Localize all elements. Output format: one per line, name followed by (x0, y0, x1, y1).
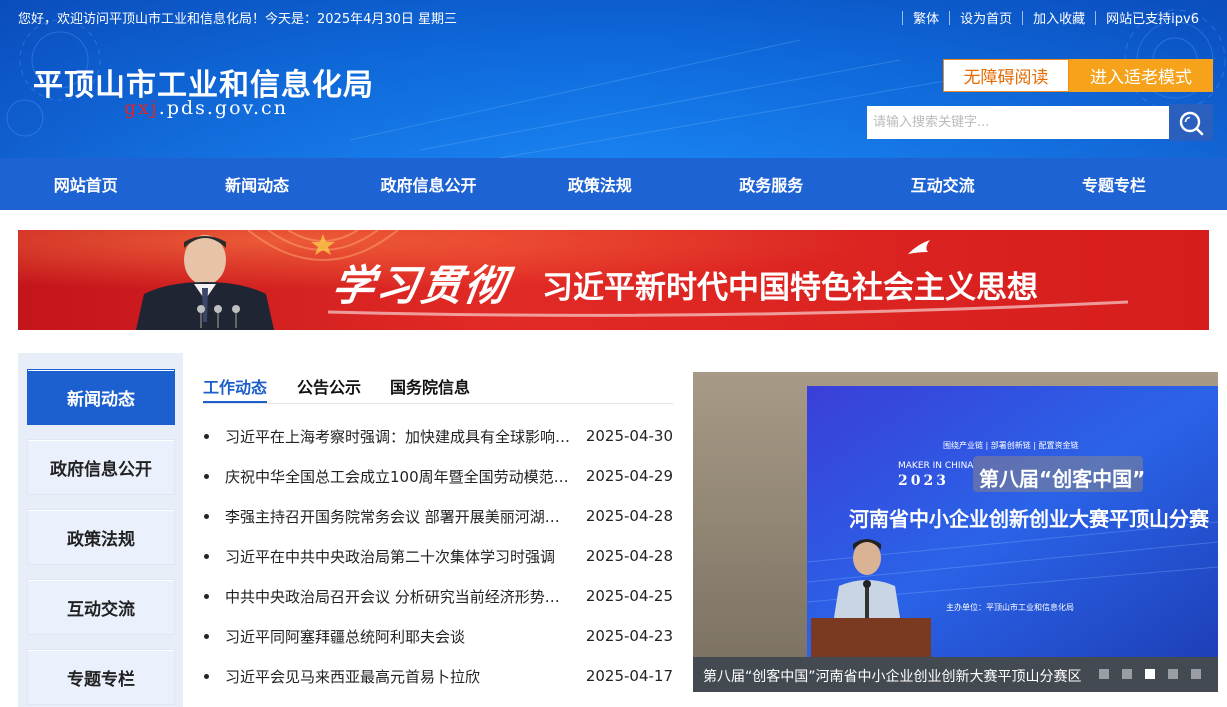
news-tabs: 工作动态 公告公示 国务院信息 (203, 368, 673, 404)
news-date: 2025-04-28 (585, 507, 673, 525)
search-button[interactable] (1169, 104, 1213, 141)
screen-event-title: 第八届“创客中国” (979, 467, 1146, 491)
carousel-dot[interactable] (1122, 669, 1132, 679)
screen-maker-label: MAKER IN CHINA (898, 461, 974, 471)
news-title[interactable]: 中共中央政治局召开会议 分析研究当前经济形势和经济工作 (225, 586, 573, 607)
carousel-caption[interactable]: 第八届“创客中国”河南省中小企业创业创新大赛平顶山分赛区 (703, 666, 1093, 686)
photo-carousel[interactable]: 围绕产业链 | 部署创新链 | 配置资金链 MAKER IN CHINA 202… (693, 372, 1218, 692)
news-list: 习近平在上海考察时强调：加快建成具有全球影响力的科技创新中心 2025-04-30… (203, 416, 673, 696)
divider (902, 10, 904, 25)
active-tab-indicator (203, 401, 267, 403)
carousel-dot[interactable] (1168, 669, 1178, 679)
screen-organizer: 主办单位：平顶山市工业和信息化局 (946, 603, 1074, 612)
search-input[interactable] (867, 106, 1169, 139)
news-title[interactable]: 习近平同阿塞拜疆总统阿利耶夫会谈 (225, 626, 573, 647)
carousel-dot[interactable] (1099, 669, 1109, 679)
news-title[interactable]: 庆祝中华全国总工会成立100周年暨全国劳动模范和先进工作者表彰大会 (225, 466, 573, 487)
list-item[interactable]: 习近平在中共中央政治局第二十次集体学习时强调 2025-04-28 (203, 536, 673, 576)
domain-suffix: .pds.gov.cn (158, 97, 288, 119)
left-menu: 新闻动态 政府信息公开 政策法规 互动交流 专题专栏 (18, 353, 183, 707)
news-date: 2025-04-28 (585, 547, 673, 565)
left-menu-interaction[interactable]: 互动交流 (27, 579, 175, 635)
nav-item-policy[interactable]: 政策法规 (514, 158, 685, 210)
top-links: 繁体 设为首页 加入收藏 网站已支持ipv6 (892, 8, 1199, 27)
list-item[interactable]: 习近平会见马来西亚最高元首易卜拉欣 2025-04-17 (203, 656, 673, 696)
news-date: 2025-04-25 (585, 587, 673, 605)
news-title[interactable]: 李强主持召开国务院常务会议 部署开展美丽河湖建设 (225, 506, 573, 527)
news-title[interactable]: 习近平在上海考察时强调：加快建成具有全球影响力的科技创新中心 (225, 426, 573, 447)
site-domain: gxj.pds.gov.cn (124, 97, 288, 119)
list-item[interactable]: 习近平在上海考察时强调：加快建成具有全球影响力的科技创新中心 2025-04-30 (203, 416, 673, 456)
site-header: 您好，欢迎访问平顶山市工业和信息化局！今天是：2025年4月30日 星期三 繁体… (0, 0, 1227, 158)
list-item[interactable]: 庆祝中华全国总工会成立100周年暨全国劳动模范和先进工作者表彰大会 2025-04… (203, 456, 673, 496)
traditional-chinese-link[interactable]: 繁体 (913, 8, 939, 27)
left-menu-gov-info[interactable]: 政府信息公开 (27, 439, 175, 495)
accessible-reading-button[interactable]: 无障碍阅读 (943, 59, 1069, 92)
nav-item-interaction[interactable]: 互动交流 (857, 158, 1028, 210)
bullet (204, 513, 209, 519)
news-title[interactable]: 习近平在中共中央政治局第二十次集体学习时强调 (225, 546, 573, 567)
ipv6-support-link[interactable]: 网站已支持ipv6 (1106, 8, 1199, 27)
nav-item-home[interactable]: 网站首页 (0, 158, 171, 210)
carousel-dot[interactable] (1191, 669, 1201, 679)
bullet (204, 473, 209, 479)
nav-item-topics[interactable]: 专题专栏 (1028, 158, 1199, 210)
study-banner[interactable]: 学习贯彻 习近平新时代中国特色社会主义思想 (18, 230, 1209, 330)
tab-state-council[interactable]: 国务院信息 (390, 374, 470, 398)
set-homepage-link[interactable]: 设为首页 (960, 8, 1012, 27)
screen-main-title: 河南省中小企业创新创业大赛平顶山分赛 (849, 507, 1209, 531)
carousel-caption-bar: 第八届“创客中国”河南省中小企业创业创新大赛平顶山分赛区 (693, 657, 1218, 692)
left-menu-policy[interactable]: 政策法规 (27, 509, 175, 565)
tab-announcements[interactable]: 公告公示 (297, 374, 361, 398)
screen-year: 2023 (898, 473, 949, 489)
elder-mode-button[interactable]: 进入适老模式 (1069, 59, 1213, 92)
news-date: 2025-04-30 (585, 427, 673, 445)
bullet (204, 553, 209, 559)
divider (949, 10, 951, 25)
list-item[interactable]: 中共中央政治局召开会议 分析研究当前经济形势和经济工作 2025-04-25 (203, 576, 673, 616)
top-bar: 您好，欢迎访问平顶山市工业和信息化局！今天是：2025年4月30日 星期三 繁体… (0, 0, 1227, 32)
bullet (204, 433, 209, 439)
list-item[interactable]: 习近平同阿塞拜疆总统阿利耶夫会谈 2025-04-23 (203, 616, 673, 656)
news-date: 2025-04-29 (585, 467, 673, 485)
carousel-dot-active[interactable] (1145, 669, 1155, 679)
bullet (204, 593, 209, 599)
carousel-dots (1099, 669, 1214, 679)
bullet (204, 633, 209, 639)
banner-slogan-thought: 习近平新时代中国特色社会主义思想 (542, 270, 1038, 306)
tab-work-news[interactable]: 工作动态 (203, 374, 267, 398)
screen-slogan: 围绕产业链 | 部署创新链 | 配置资金链 (943, 441, 1079, 450)
search-icon (1179, 111, 1204, 135)
banner-slogan-study: 学习贯彻 (329, 261, 513, 310)
bullet (204, 673, 209, 679)
news-title[interactable]: 习近平会见马来西亚最高元首易卜拉欣 (225, 666, 573, 687)
left-menu-news[interactable]: 新闻动态 (27, 369, 175, 425)
nav-item-gov-info[interactable]: 政府信息公开 (343, 158, 514, 210)
nav-item-news[interactable]: 新闻动态 (171, 158, 342, 210)
divider (1022, 10, 1024, 25)
add-favorite-link[interactable]: 加入收藏 (1033, 8, 1085, 27)
nav-item-services[interactable]: 政务服务 (686, 158, 857, 210)
left-menu-topics[interactable]: 专题专栏 (27, 649, 175, 705)
greeting-text: 您好，欢迎访问平顶山市工业和信息化局！今天是：2025年4月30日 星期三 (18, 12, 458, 27)
news-date: 2025-04-23 (585, 627, 673, 645)
main-nav: 网站首页 新闻动态 政府信息公开 政策法规 政务服务 互动交流 专题专栏 (0, 158, 1227, 210)
list-item[interactable]: 李强主持召开国务院常务会议 部署开展美丽河湖建设 2025-04-28 (203, 496, 673, 536)
news-date: 2025-04-17 (585, 667, 673, 685)
divider (1095, 10, 1097, 25)
domain-prefix: gxj (124, 97, 159, 119)
